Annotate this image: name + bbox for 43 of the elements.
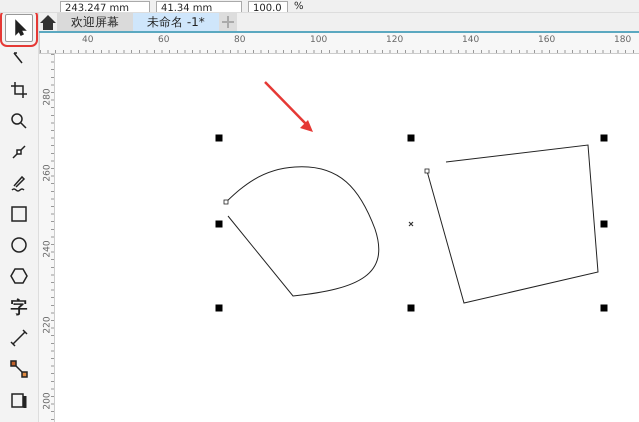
height-field[interactable]: 41.34 mm xyxy=(156,1,242,12)
brush-icon xyxy=(10,174,28,192)
selection-handle[interactable] xyxy=(600,134,608,142)
node-handle[interactable] xyxy=(224,200,228,204)
document-tab[interactable]: 未命名 -1* xyxy=(133,13,219,31)
rectangle-icon xyxy=(10,205,28,223)
text-tool[interactable]: 字 xyxy=(5,293,33,321)
node-handle[interactable] xyxy=(424,168,430,174)
ruler-label: 180 xyxy=(614,34,632,47)
ruler-label: 220 xyxy=(42,316,53,334)
ruler-label: 100 xyxy=(310,34,328,47)
scale-field[interactable]: 100.0 xyxy=(248,1,288,12)
ruler-label: 200 xyxy=(42,392,53,410)
ruler-label: 160 xyxy=(538,34,556,47)
document-tab[interactable]: 欢迎屏幕 xyxy=(57,13,133,31)
ruler-label: 240 xyxy=(42,240,53,258)
selection-handle[interactable] xyxy=(600,220,608,228)
home-icon xyxy=(39,14,57,30)
ellipse-icon xyxy=(10,236,28,254)
width-field[interactable]: 243.247 mm xyxy=(60,1,150,12)
line-nodes-icon xyxy=(10,143,28,161)
ruler-label: 260 xyxy=(42,164,53,182)
percent-label: % xyxy=(294,1,304,12)
ruler-label: 280 xyxy=(42,88,53,106)
ruler-label: 140 xyxy=(462,34,480,47)
selection-handle[interactable] xyxy=(216,220,222,228)
ruler-label: 60 xyxy=(158,34,170,47)
magnifier-icon xyxy=(10,112,28,130)
ruler-label: 40 xyxy=(82,34,94,47)
ruler-label: 80 xyxy=(234,34,246,47)
selection-handle[interactable] xyxy=(216,304,222,312)
dimension-line-icon xyxy=(10,329,28,347)
selection-handle[interactable] xyxy=(216,134,222,142)
selection-handle[interactable] xyxy=(408,134,414,142)
shadow-icon xyxy=(10,391,28,409)
connector-icon xyxy=(10,360,28,378)
selection-handle[interactable] xyxy=(600,304,608,312)
hexagon-icon xyxy=(10,267,28,285)
ruler-label: 120 xyxy=(386,34,404,47)
selection-handle[interactable] xyxy=(408,304,414,312)
arrow-icon xyxy=(264,81,313,132)
crop-icon xyxy=(10,81,28,99)
center-mark-icon xyxy=(408,221,414,227)
